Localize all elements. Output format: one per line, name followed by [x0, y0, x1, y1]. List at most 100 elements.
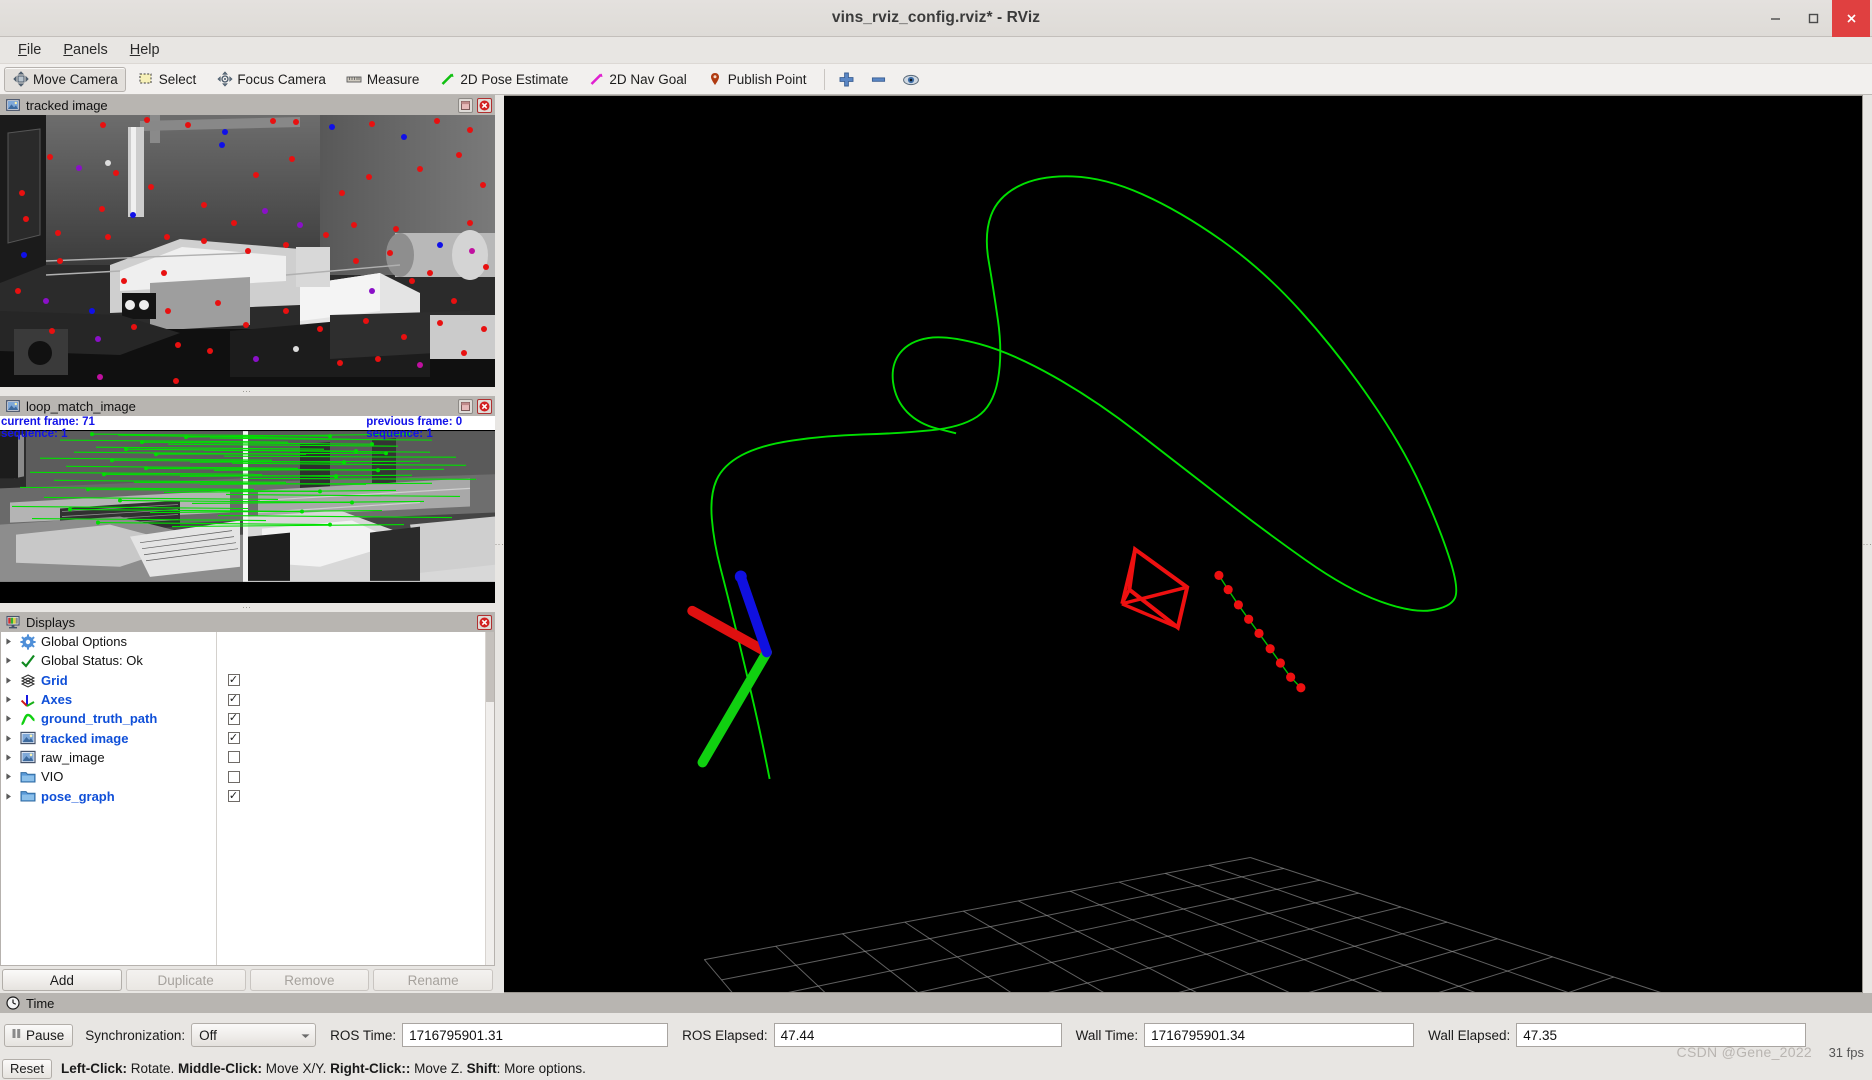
display-tree-item-global-options[interactable]: Global Options: [1, 632, 216, 651]
tracked-image-panel: tracked image: [0, 95, 495, 387]
expand-arrow-icon[interactable]: [3, 695, 14, 704]
display-enable-cell[interactable]: [217, 767, 250, 786]
chevron-down-icon: [300, 1028, 311, 1043]
expand-arrow-icon[interactable]: [3, 753, 14, 762]
add-tool-plus-icon[interactable]: [834, 67, 860, 91]
expand-arrow-icon[interactable]: [3, 656, 14, 665]
duplicate-button[interactable]: Duplicate: [125, 969, 246, 991]
hint-segment: Middle-Click:: [178, 1061, 263, 1076]
close-panel-button[interactable]: [477, 97, 492, 113]
axes-icon: [19, 691, 36, 708]
remove-tool-minus-icon[interactable]: [866, 67, 892, 91]
close-panel-button[interactable]: [477, 614, 492, 630]
panel-splitter-horizontal[interactable]: ⋯: [0, 387, 495, 396]
folder-icon: [19, 788, 36, 805]
tool-focus-camera[interactable]: Focus Camera: [208, 67, 334, 92]
synchronization-select[interactable]: Off: [191, 1023, 317, 1047]
display-enable-checkbox[interactable]: ✓: [227, 693, 240, 706]
expand-arrow-icon[interactable]: [3, 792, 14, 801]
loop-match-image-canvas[interactable]: current frame: 71 sequence: 1 previous f…: [0, 416, 495, 603]
display-enable-cell[interactable]: ✓: [217, 690, 250, 709]
maximize-icon[interactable]: [1794, 0, 1832, 37]
wall-time-input[interactable]: 1716795901.34: [1144, 1023, 1415, 1047]
display-tree-item-label: VIO: [41, 769, 64, 785]
tool-2d-nav-goal[interactable]: 2D Nav Goal: [580, 67, 694, 92]
display-enable-checkbox[interactable]: ✓: [227, 674, 240, 687]
display-enable-cell[interactable]: ✓: [217, 728, 250, 747]
display-enable-cell[interactable]: ✓: [217, 786, 250, 805]
keyframe-marker: [1296, 683, 1306, 693]
expand-arrow-icon[interactable]: [3, 714, 14, 723]
pause-icon: [10, 1027, 23, 1043]
tool-properties-eye-icon[interactable]: [898, 67, 924, 91]
display-tree-item-ground-truth-path[interactable]: ground_truth_path: [1, 709, 216, 728]
hint-segment: : More options.: [496, 1061, 586, 1076]
tracked-image-render: [0, 115, 495, 387]
expand-arrow-icon[interactable]: [3, 734, 14, 743]
display-enable-checkbox[interactable]: ✓: [227, 790, 240, 803]
display-enable-cell[interactable]: ✓: [217, 709, 250, 728]
expand-arrow-icon[interactable]: [3, 772, 14, 781]
display-tree-item-label: pose_graph: [41, 788, 115, 804]
expand-arrow-icon[interactable]: [3, 637, 14, 646]
display-enable-cell[interactable]: [217, 748, 250, 767]
float-panel-button[interactable]: [458, 97, 473, 113]
image-panel-icon: [4, 97, 21, 114]
display-enable-checkbox[interactable]: [227, 770, 240, 783]
add-button[interactable]: Add: [2, 969, 122, 991]
tool-measure[interactable]: Measure: [338, 67, 428, 92]
wall-elapsed-input[interactable]: 47.35: [1516, 1023, 1807, 1047]
reset-button[interactable]: Reset: [2, 1058, 52, 1079]
panel-splitter-horizontal-2[interactable]: ⋯: [0, 603, 495, 612]
folder-icon: [19, 768, 36, 785]
display-tree-item-grid[interactable]: Grid: [1, 671, 216, 690]
dock-splitter-vertical[interactable]: ⋮: [495, 95, 505, 993]
displays-tree-body: Global Options Global Status: Ok Grid Axes g…: [0, 632, 495, 966]
display-enable-cell[interactable]: ✓: [217, 671, 250, 690]
display-tree-item-global-status-ok[interactable]: Global Status: Ok: [1, 651, 216, 670]
display-tree-item-vio[interactable]: VIO: [1, 767, 216, 786]
render-viewport-3d[interactable]: [504, 95, 1863, 993]
display-tree-item-tracked-image[interactable]: tracked image: [1, 728, 216, 747]
pause-button[interactable]: Pause: [4, 1023, 74, 1047]
displays-enable-column: ✓ ✓ ✓ ✓ ✓: [217, 632, 250, 965]
scrollbar-thumb[interactable]: [486, 632, 494, 702]
menu-file[interactable]: FFileile: [7, 39, 52, 61]
hint-segment: Rotate.: [126, 1061, 179, 1076]
path-icon: [19, 710, 36, 727]
tracked-image-canvas[interactable]: [0, 115, 495, 387]
image-display-icon: [19, 730, 36, 747]
mouse-hint-text: Left-Click: Rotate. Middle-Click: Move X…: [61, 1061, 586, 1076]
tool-select[interactable]: Select: [130, 67, 205, 92]
remove-button[interactable]: Remove: [249, 969, 370, 991]
window-title: vins_rviz_config.rviz* - RViz: [831, 9, 1041, 26]
displays-scrollbar[interactable]: [485, 632, 494, 965]
display-tree-item-label: Grid: [41, 672, 68, 688]
tool-move-camera[interactable]: Move Camera: [4, 66, 126, 92]
display-tree-item-axes[interactable]: Axes: [1, 690, 216, 709]
keyframe-marker: [1223, 584, 1233, 595]
close-panel-button[interactable]: [477, 398, 492, 414]
display-enable-cell: [217, 651, 250, 670]
display-tree-item-pose-graph[interactable]: pose_graph: [1, 786, 216, 805]
display-tree-item-raw-image[interactable]: raw_image: [1, 748, 216, 767]
right-dock-handle[interactable]: ⋮: [1863, 95, 1872, 993]
expand-arrow-icon[interactable]: [3, 676, 14, 685]
move-camera-icon: [12, 71, 29, 88]
minimize-icon[interactable]: [1756, 0, 1794, 37]
display-enable-checkbox[interactable]: ✓: [227, 712, 240, 725]
display-enable-checkbox[interactable]: [227, 751, 240, 764]
main-body: tracked image ⋯ loop_match_image current…: [0, 95, 1872, 993]
ros-time-input[interactable]: 1716795901.31: [402, 1023, 669, 1047]
float-panel-button[interactable]: [458, 398, 473, 414]
publish-point-pin-icon: [707, 71, 724, 88]
rename-button[interactable]: Rename: [373, 969, 493, 991]
tool-publish-point[interactable]: Publish Point: [699, 67, 815, 92]
current-frame-label: current frame: 71 sequence: 1: [1, 416, 95, 440]
close-icon[interactable]: [1832, 0, 1870, 37]
ros-elapsed-input[interactable]: 47.44: [773, 1023, 1062, 1047]
tool-2d-pose-estimate[interactable]: 2D Pose Estimate: [431, 67, 576, 92]
display-enable-checkbox[interactable]: ✓: [227, 732, 240, 745]
menu-panels[interactable]: Panels: [52, 39, 118, 61]
menu-help[interactable]: Help: [119, 39, 171, 61]
